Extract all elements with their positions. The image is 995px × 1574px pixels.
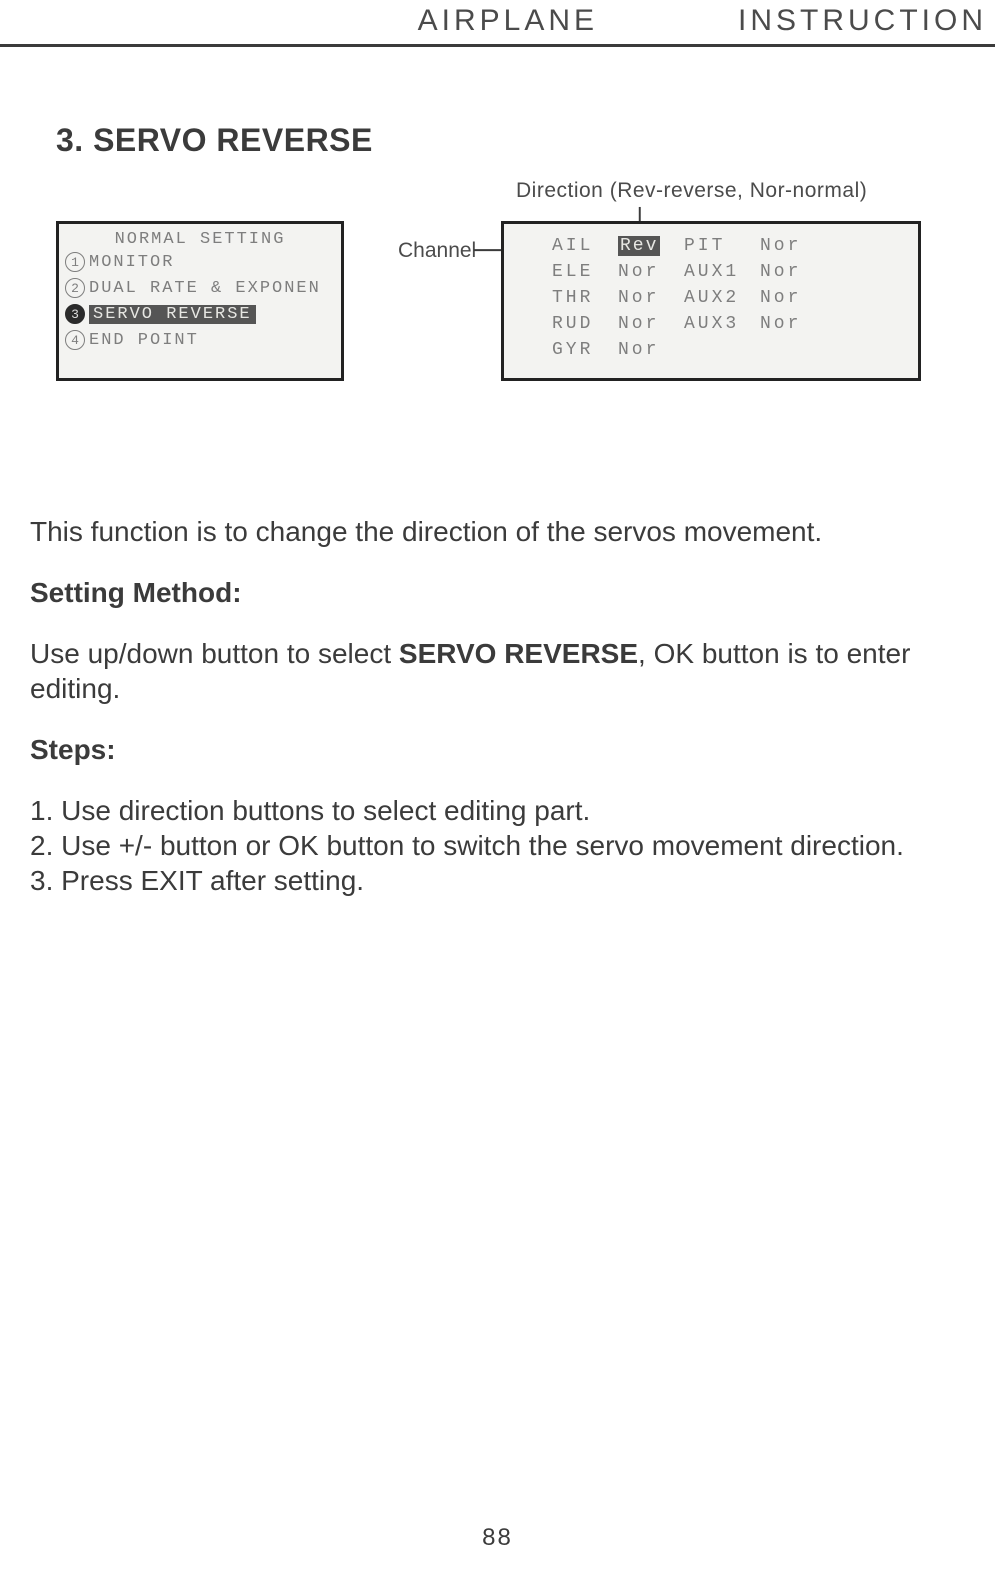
menu-item-label: END POINT bbox=[89, 331, 199, 350]
servo-direction: Nor bbox=[760, 236, 810, 256]
servo-direction-selected: Rev bbox=[618, 236, 678, 256]
servo-channel: RUD bbox=[552, 314, 612, 334]
servo-channel: AUX3 bbox=[684, 314, 754, 334]
servo-channel: AUX1 bbox=[684, 262, 754, 282]
menu-index-icon: 3 bbox=[65, 304, 85, 324]
menu-item-label: MONITOR bbox=[89, 253, 174, 272]
section-title: 3. SERVO REVERSE bbox=[56, 122, 995, 159]
lcd-menu-item: 1 MONITOR bbox=[63, 249, 337, 275]
legend-channel: Channel bbox=[398, 239, 476, 263]
lcd-menu-screen: NORMAL SETTING 1 MONITOR 2 DUAL RATE & E… bbox=[56, 221, 344, 381]
menu-index-icon: 2 bbox=[65, 278, 85, 298]
servo-direction: Nor bbox=[760, 262, 810, 282]
setting-method-bold: SERVO REVERSE bbox=[399, 638, 638, 669]
page-header: AIRPLANE INSTRUCTION bbox=[0, 0, 995, 47]
menu-item-label: DUAL RATE & EXPONEN bbox=[89, 279, 321, 298]
servo-channel: PIT bbox=[684, 236, 754, 256]
servo-channel: THR bbox=[552, 288, 612, 308]
servo-channel: ELE bbox=[552, 262, 612, 282]
legend-direction: Direction (Rev-reverse, Nor-normal) bbox=[516, 179, 867, 203]
intro-text: This function is to change the direction… bbox=[30, 514, 965, 549]
setting-method-text: Use up/down button to select SERVO REVER… bbox=[30, 636, 965, 706]
menu-index-icon: 1 bbox=[65, 252, 85, 272]
lcd-servo-screen: AIL Rev PIT Nor ELE Nor AUX1 Nor THR Nor… bbox=[501, 221, 921, 381]
servo-direction: Nor bbox=[618, 288, 678, 308]
servo-direction: Nor bbox=[618, 262, 678, 282]
page-number: 88 bbox=[0, 1524, 995, 1552]
servo-channel: AIL bbox=[552, 236, 612, 256]
servo-direction: Nor bbox=[760, 288, 810, 308]
servo-channel bbox=[684, 340, 754, 360]
servo-direction: Nor bbox=[618, 314, 678, 334]
servo-direction bbox=[760, 340, 810, 360]
setting-method-heading: Setting Method: bbox=[30, 575, 965, 610]
body-text: This function is to change the direction… bbox=[30, 514, 965, 898]
servo-direction: Nor bbox=[760, 314, 810, 334]
figure-area: Direction (Rev-reverse, Nor-normal) Chan… bbox=[56, 179, 939, 439]
lcd-menu-title: NORMAL SETTING bbox=[63, 230, 337, 249]
steps-list: 1. Use direction buttons to select editi… bbox=[30, 793, 965, 898]
servo-channel: AUX2 bbox=[684, 288, 754, 308]
lcd-menu-item: 2 DUAL RATE & EXPONEN bbox=[63, 275, 337, 301]
menu-index-icon: 4 bbox=[65, 330, 85, 350]
setting-method-pre: Use up/down button to select bbox=[30, 638, 399, 669]
header-left: AIRPLANE bbox=[418, 4, 598, 38]
step-item: 3. Press EXIT after setting. bbox=[30, 863, 965, 898]
menu-item-label: SERVO REVERSE bbox=[89, 305, 256, 324]
lcd-menu-item: 4 END POINT bbox=[63, 327, 337, 353]
header-right: INSTRUCTION bbox=[738, 4, 987, 38]
servo-channel: GYR bbox=[552, 340, 612, 360]
steps-heading: Steps: bbox=[30, 732, 965, 767]
step-item: 1. Use direction buttons to select editi… bbox=[30, 793, 965, 828]
lcd-menu-item-selected: 3 SERVO REVERSE bbox=[63, 301, 337, 327]
servo-direction: Nor bbox=[618, 340, 678, 360]
step-item: 2. Use +/- button or OK button to switch… bbox=[30, 828, 965, 863]
